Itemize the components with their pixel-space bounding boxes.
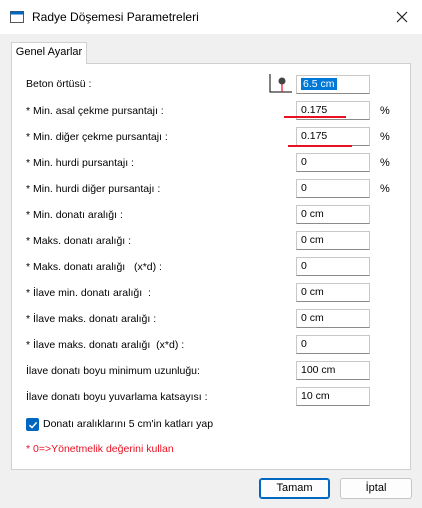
highlight-underline xyxy=(288,145,352,147)
maks-donati-araligi-xd-input[interactable]: 0 xyxy=(296,257,370,276)
highlight-underline xyxy=(284,116,346,118)
unit-percent: % xyxy=(380,157,390,169)
field-label-ilave-maks-donati-xd: * İlave maks. donatı aralığı (x*d) : xyxy=(26,339,185,351)
field-label-maks-donati-araligi-xd: * Maks. donatı aralığı (x*d) : xyxy=(26,261,162,273)
ilave-maks-donati-input[interactable]: 0 cm xyxy=(296,309,370,328)
min-hurdi-input[interactable]: 0 xyxy=(296,153,370,172)
field-label-min-hurdi-diger: * Min. hurdi diğer pursantajı : xyxy=(26,183,161,195)
field-label-ilave-maks-donati: * İlave maks. donatı aralığı : xyxy=(26,313,157,325)
field-label-ilave-boy-yuvarlama: İlave donatı boyu yuvarlama katsayısı : xyxy=(26,391,208,403)
close-icon xyxy=(396,11,408,23)
field-label-beton-ortusu: Beton örtüsü : xyxy=(26,78,92,90)
field-label-min-hurdi: * Min. hurdi pursantajı : xyxy=(26,157,134,169)
checkmark-icon xyxy=(28,421,37,429)
close-button[interactable] xyxy=(388,4,416,30)
donati-5cm-checkbox[interactable] xyxy=(26,418,39,431)
title-bar: Radye Döşemesi Parametreleri xyxy=(0,0,422,34)
beton-ortusu-value: 6.5 cm xyxy=(301,78,337,90)
unit-percent: % xyxy=(380,183,390,195)
min-hurdi-diger-input[interactable]: 0 xyxy=(296,179,370,198)
field-label-maks-donati-araligi: * Maks. donatı aralığı : xyxy=(26,235,132,247)
donati-5cm-checkbox-label: Donatı aralıklarını 5 cm'in katları yap xyxy=(43,418,214,430)
field-label-ilave-min-donati: * İlave min. donatı aralığı : xyxy=(26,287,151,299)
min-diger-input[interactable]: 0.175 xyxy=(296,127,370,146)
ilave-min-donati-input[interactable]: 0 cm xyxy=(296,283,370,302)
ilave-boy-yuvarlama-input[interactable]: 10 cm xyxy=(296,387,370,406)
maks-donati-araligi-input[interactable]: 0 cm xyxy=(296,231,370,250)
ilave-maks-donati-xd-input[interactable]: 0 xyxy=(296,335,370,354)
default-value-note: * 0=>Yönetmelik değerini kullan xyxy=(26,443,174,455)
cancel-button[interactable]: İptal xyxy=(340,478,412,499)
field-label-min-asal: * Min. asal çekme pursantajı : xyxy=(26,105,164,117)
ilave-boy-min-input[interactable]: 100 cm xyxy=(296,361,370,380)
beton-ortusu-input[interactable]: 6.5 cm xyxy=(296,75,370,94)
ok-button[interactable]: Tamam xyxy=(259,478,330,499)
window-title: Radye Döşemesi Parametreleri xyxy=(32,10,199,24)
unit-percent: % xyxy=(380,105,390,117)
field-label-min-donati-araligi: * Min. donatı aralığı : xyxy=(26,209,123,221)
unit-percent: % xyxy=(380,131,390,143)
tab-genel-ayarlar[interactable]: Genel Ayarlar xyxy=(11,42,87,64)
cover-icon xyxy=(269,74,292,93)
field-label-ilave-boy-min: İlave donatı boyu minimum uzunluğu: xyxy=(26,365,200,377)
app-icon xyxy=(10,11,24,23)
min-donati-araligi-input[interactable]: 0 cm xyxy=(296,205,370,224)
field-label-min-diger: * Min. diğer çekme pursantajı : xyxy=(26,131,168,143)
